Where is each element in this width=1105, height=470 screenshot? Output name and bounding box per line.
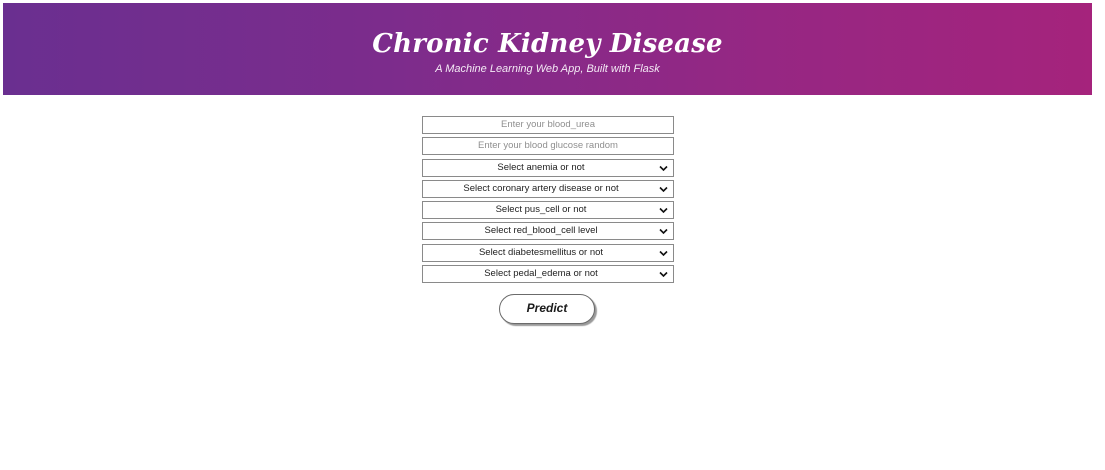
predict-button[interactable]: Predict [499, 294, 595, 324]
page-title: Chronic Kidney Disease [372, 29, 723, 59]
coronary-artery-disease-select-value: Select coronary artery disease or not [463, 182, 619, 194]
diabetes-mellitus-select[interactable]: Select diabetesmellitus or not [422, 243, 674, 262]
pus-cell-select-value: Select pus_cell or not [495, 204, 587, 216]
page-subtitle: A Machine Learning Web App, Built with F… [435, 63, 660, 75]
header-banner: Chronic Kidney Disease A Machine Learnin… [3, 3, 1092, 95]
blood-urea-input[interactable]: Enter your blood_urea [422, 116, 674, 134]
chevron-down-icon [659, 208, 668, 214]
chevron-down-icon [659, 229, 668, 235]
pedal-edema-select-value: Select pedal_edema or not [484, 268, 598, 280]
diabetes-mellitus-select-value: Select diabetesmellitus or not [478, 246, 604, 258]
pedal-edema-select[interactable]: Select pedal_edema or not [422, 265, 674, 284]
coronary-artery-disease-select[interactable]: Select coronary artery disease or not [422, 179, 674, 198]
anemia-select-value: Select anemia or not [497, 161, 585, 173]
blood-glucose-random-input[interactable]: Enter your blood glucose random [422, 137, 674, 156]
chevron-down-icon [659, 186, 668, 193]
chevron-down-icon [659, 250, 668, 256]
chevron-down-icon [659, 165, 668, 171]
red-blood-cell-select-value: Select red_blood_cell level [484, 225, 598, 237]
pus-cell-select[interactable]: Select pus_cell or not [422, 201, 674, 220]
anemia-select[interactable]: Select anemia or not [422, 158, 674, 177]
prediction-form: Enter your blood_urea Enter your blood g… [422, 116, 674, 286]
chevron-down-icon [659, 272, 668, 278]
red-blood-cell-select[interactable]: Select red_blood_cell level [422, 222, 674, 241]
